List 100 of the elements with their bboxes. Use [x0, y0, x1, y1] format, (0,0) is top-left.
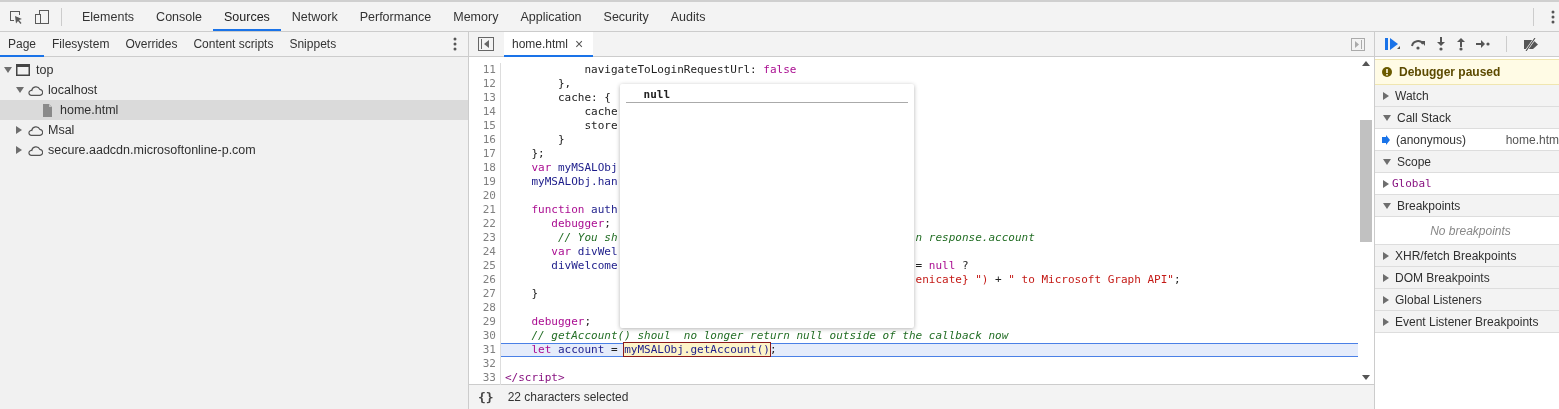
navigator-tab[interactable]: Content scripts — [185, 31, 282, 57]
cloud-icon — [27, 124, 43, 136]
collapsed-triangle-icon[interactable] — [1383, 317, 1389, 326]
code-text: var myMSALObj — [530, 161, 618, 174]
step-into-icon[interactable] — [1436, 37, 1446, 51]
tree-item[interactable]: home.html — [0, 100, 468, 120]
navigator-tab[interactable]: Filesystem — [44, 31, 118, 57]
file-tab[interactable]: home.html × — [504, 31, 594, 57]
code-text: }; — [530, 147, 545, 160]
panel-tab[interactable]: Security — [592, 2, 660, 31]
code-text: } — [556, 133, 565, 146]
close-tab-button[interactable]: × — [575, 36, 584, 52]
resume-icon[interactable] — [1384, 37, 1400, 51]
panel-tab[interactable]: Application — [509, 2, 593, 31]
device-icon[interactable] — [34, 8, 50, 25]
navigator-tab[interactable]: Overrides — [117, 31, 186, 57]
line-number: 17 — [469, 147, 501, 161]
navigator-tab[interactable]: Snippets — [281, 31, 345, 57]
tree-item[interactable]: secure.aadcdn.microsoftonline-p.com — [0, 140, 468, 160]
code-text: store — [583, 119, 618, 132]
code-text: cache — [583, 105, 618, 118]
code-text: cache: { — [556, 91, 611, 104]
section-title: Call Stack — [1397, 110, 1452, 125]
collapsed-triangle-icon[interactable] — [1383, 251, 1389, 260]
code-text: // getAccount() shoul no longer return null outside of the callback now — [530, 329, 1009, 342]
window-icon — [16, 64, 30, 76]
line-number: 29 — [469, 315, 501, 329]
section-header[interactable]: Global Listeners — [1375, 289, 1559, 311]
step-icon[interactable] — [1476, 40, 1490, 48]
code-text: navigateToLoginRequestUrl: false — [583, 63, 797, 76]
section-title: Scope — [1397, 154, 1432, 169]
empty-message: No breakpoints — [1430, 223, 1511, 238]
section-title: Global Listeners — [1395, 292, 1482, 307]
tree-item[interactable]: top — [0, 60, 468, 80]
more-icon[interactable] — [1551, 9, 1555, 24]
section-header[interactable]: Event Listener Breakpoints — [1375, 311, 1559, 333]
tab-label[interactable]: home.html — [512, 37, 569, 51]
line-number: 19 — [469, 175, 501, 189]
collapsed-triangle-icon[interactable] — [1383, 295, 1389, 304]
deactivate-breakpoints-icon[interactable] — [1523, 37, 1539, 51]
navigator-tab[interactable]: Page — [0, 31, 45, 57]
tree-item[interactable]: localhost — [0, 80, 468, 100]
scope-name[interactable]: Global — [1392, 177, 1432, 190]
step-over-icon[interactable] — [1410, 38, 1426, 50]
section-title: Breakpoints — [1397, 198, 1461, 213]
evaluated-expression: myMSALObj.getAccount() — [624, 343, 770, 356]
tree-item[interactable]: Msal — [0, 120, 468, 140]
panel-tab[interactable]: Elements — [71, 2, 146, 31]
line-number: 32 — [469, 357, 501, 371]
line-number: 28 — [469, 301, 501, 315]
current-frame-arrow-icon — [1382, 134, 1390, 145]
collapsed-triangle-icon[interactable] — [1383, 179, 1389, 188]
section-header[interactable]: DOM Breakpoints — [1375, 267, 1559, 289]
panel-tab[interactable]: Console — [145, 2, 213, 31]
more-icon[interactable] — [453, 37, 457, 51]
panel-tab[interactable]: Performance — [348, 2, 443, 31]
section-header[interactable]: Watch — [1375, 85, 1559, 107]
collapsed-triangle-icon[interactable] — [16, 146, 22, 154]
panel-tab[interactable]: Audits — [659, 2, 717, 31]
code-text: let account = — [530, 343, 619, 356]
pretty-print-button[interactable]: {} — [478, 389, 494, 405]
code-text: divWelcome — [550, 259, 618, 272]
code-text: // You sh — [556, 231, 618, 244]
code-text: ; — [769, 343, 777, 356]
file-icon — [42, 103, 52, 117]
scroll-up-icon[interactable] — [1362, 61, 1370, 66]
frame-location[interactable]: home.htm — [1505, 132, 1559, 147]
section-title: Event Listener Breakpoints — [1395, 314, 1539, 329]
expanded-triangle-icon[interactable] — [16, 87, 24, 93]
expanded-triangle-icon[interactable] — [4, 67, 12, 73]
expanded-triangle-icon[interactable] — [1383, 202, 1391, 209]
line-number: 25 — [469, 259, 501, 273]
frame-name[interactable]: (anonymous) — [1396, 132, 1500, 147]
section-header[interactable]: Breakpoints — [1375, 195, 1559, 217]
sidebar-toggle-icon[interactable] — [1351, 37, 1365, 51]
line-number: 30 — [469, 329, 501, 343]
panel-tab[interactable]: Network — [280, 2, 349, 31]
section-title: DOM Breakpoints — [1395, 270, 1490, 285]
code-text: </script> — [505, 371, 565, 384]
section-header[interactable]: Scope — [1375, 151, 1559, 173]
collapsed-triangle-icon[interactable] — [1383, 273, 1389, 282]
code-text: n response.account — [915, 231, 1035, 244]
collapsed-triangle-icon[interactable] — [16, 126, 22, 134]
code-text: enicate} ") + " to Microsoft Graph API"; — [915, 273, 1181, 286]
expanded-triangle-icon[interactable] — [1383, 158, 1391, 165]
panel-tab[interactable]: Memory — [442, 2, 510, 31]
step-out-icon[interactable] — [1456, 37, 1466, 51]
section-header[interactable]: XHR/fetch Breakpoints — [1375, 245, 1559, 267]
scrollbar-thumb[interactable] — [1360, 120, 1372, 242]
scroll-down-icon[interactable] — [1362, 375, 1370, 380]
code-text: var divWel — [550, 245, 618, 258]
code-text: debugger; — [530, 315, 592, 328]
expanded-triangle-icon[interactable] — [1383, 114, 1391, 121]
section-header[interactable]: Call Stack — [1375, 107, 1559, 129]
sidebar-toggle-icon[interactable] — [478, 37, 494, 51]
collapsed-triangle-icon[interactable] — [1383, 91, 1389, 100]
line-number: 26 — [469, 273, 501, 287]
info-icon — [1382, 67, 1392, 77]
popover-value: null — [625, 88, 908, 103]
inspect-icon[interactable] — [8, 8, 24, 25]
